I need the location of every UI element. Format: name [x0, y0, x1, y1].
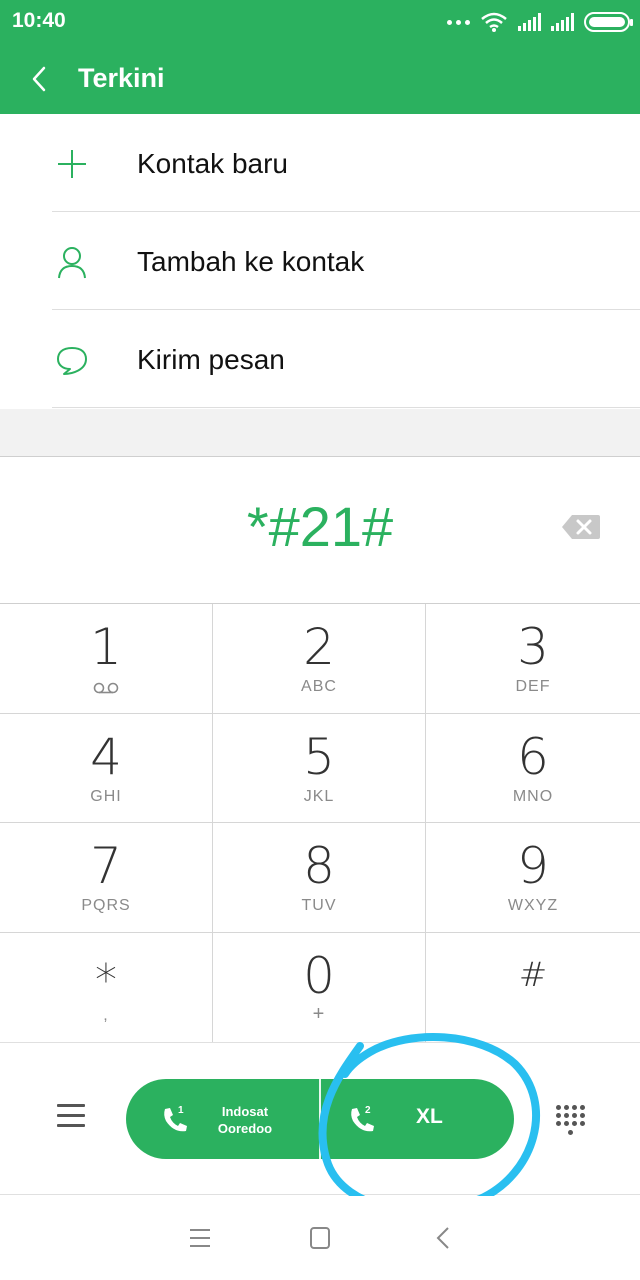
key-letters: DEF [515, 678, 551, 695]
key-8[interactable]: 8 TUV [213, 823, 426, 933]
signal-sim1-icon [518, 13, 541, 31]
recent-apps-icon[interactable] [186, 1224, 214, 1252]
key-letters: PQRS [81, 897, 131, 914]
key-digit: * [95, 954, 117, 1006]
key-digit: 3 [517, 618, 549, 676]
home-icon[interactable] [306, 1224, 334, 1252]
key-4[interactable]: 4 GHI [0, 713, 213, 823]
dial-keypad: 1 2 ABC 3 DEF 4 GHI 5 JKL 6 MNO 7 PQRS 8… [0, 603, 640, 1043]
sim1-label-line2: Ooredoo [217, 1121, 273, 1136]
key-digit: 7 [90, 837, 122, 895]
voicemail-icon [93, 682, 119, 694]
key-hash[interactable]: # [426, 933, 640, 1043]
key-digit: 4 [90, 727, 122, 786]
key-letters: ABC [301, 678, 337, 695]
key-9[interactable]: 9 WXYZ [426, 823, 640, 933]
key-star[interactable]: * , [0, 932, 213, 1042]
key-letters: WXYZ [507, 897, 559, 914]
sim2-label: XL [416, 1105, 443, 1128]
wifi-icon [481, 12, 507, 32]
key-letters: MNO [512, 787, 554, 805]
key-digit: 5 [303, 727, 335, 786]
divider [52, 407, 640, 408]
status-time: 10:40 [12, 9, 66, 32]
status-icons [447, 10, 633, 34]
message-icon [57, 347, 87, 375]
call-sim2-button[interactable]: 2 XL [321, 1079, 514, 1159]
phone-icon [164, 1108, 187, 1132]
key-digit: 6 [517, 727, 549, 786]
sim1-label: Indosat Ooredoo [214, 1103, 276, 1137]
option-send-message[interactable]: Kirim pesan [0, 310, 640, 408]
key-5[interactable]: 5 JKL [213, 713, 426, 823]
key-letters: GHI [90, 787, 122, 805]
option-label: Tambah ke kontak [137, 246, 365, 277]
sim-badge: 2 [365, 1105, 371, 1116]
call-sim1-button[interactable]: 1 Indosat Ooredoo [126, 1079, 320, 1159]
key-digit: 9 [517, 837, 549, 895]
key-2[interactable]: 2 ABC [213, 604, 426, 714]
app-header: 10:40 Terkini [0, 0, 640, 114]
key-letters: , [103, 1006, 109, 1024]
back-icon[interactable] [430, 1224, 458, 1252]
key-6[interactable]: 6 MNO [426, 714, 640, 823]
dialpad-toggle-icon[interactable] [554, 1103, 586, 1139]
dialed-number: *#21# [246, 495, 394, 558]
sim1-label-line1: Indosat [221, 1104, 269, 1119]
option-add-to-contact[interactable]: Tambah ke kontak [0, 212, 640, 310]
plus-icon [58, 150, 86, 178]
key-7[interactable]: 7 PQRS [0, 823, 213, 933]
option-label: Kirim pesan [137, 344, 285, 375]
key-digit: 8 [303, 837, 335, 895]
option-label: Kontak baru [137, 148, 288, 179]
key-0[interactable]: 0 + [213, 932, 426, 1042]
system-nav-bar [0, 1196, 640, 1280]
key-3[interactable]: 3 DEF [426, 604, 640, 714]
call-bar: 1 Indosat Ooredoo 2 XL [0, 1042, 640, 1195]
backspace-icon[interactable] [560, 512, 602, 542]
section-gap [0, 409, 640, 457]
key-letters: + [312, 1002, 326, 1025]
phone-icon [351, 1108, 374, 1132]
back-arrow-icon[interactable] [26, 62, 56, 96]
battery-icon [584, 12, 633, 32]
menu-icon[interactable] [57, 1104, 85, 1132]
call-buttons: 1 Indosat Ooredoo 2 XL [126, 1079, 514, 1159]
key-letters: TUV [301, 897, 337, 914]
signal-sim2-icon [551, 13, 574, 31]
key-1[interactable]: 1 [0, 604, 213, 714]
key-letters: JKL [303, 787, 335, 805]
page-title: Terkini [78, 63, 165, 93]
key-digit: 2 [303, 618, 335, 676]
option-new-contact[interactable]: Kontak baru [0, 114, 640, 212]
key-digit: 1 [90, 618, 122, 676]
key-digit: # [518, 954, 548, 995]
person-icon [58, 247, 86, 279]
sim-badge: 1 [178, 1105, 184, 1116]
key-digit: 0 [303, 946, 335, 1005]
more-dots-icon [447, 19, 470, 25]
